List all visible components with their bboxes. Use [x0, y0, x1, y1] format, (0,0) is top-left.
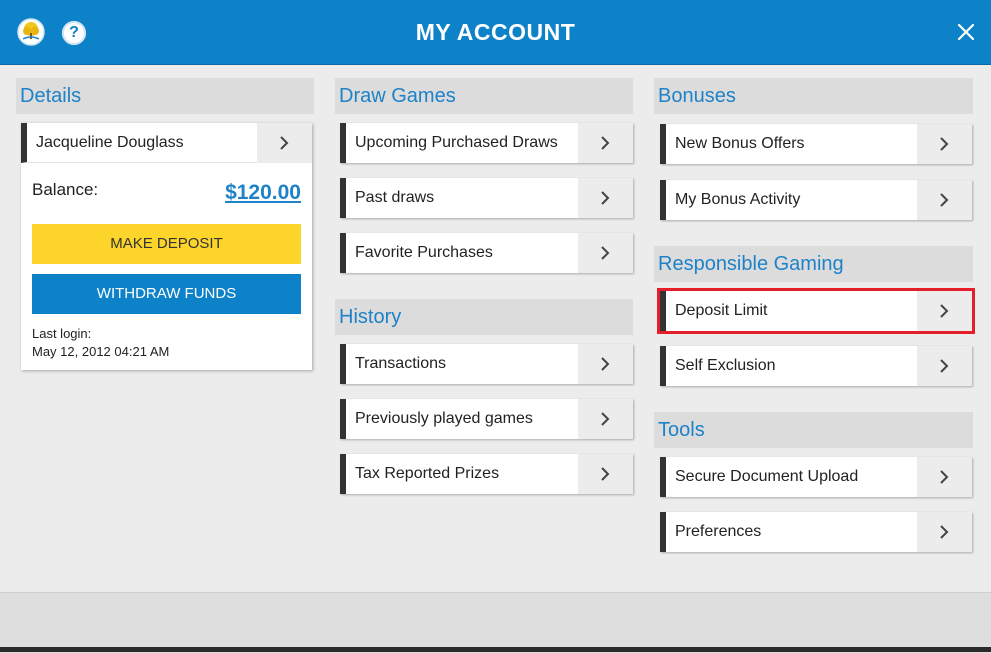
account-name-arrow[interactable]	[257, 123, 312, 163]
close-icon[interactable]	[956, 22, 976, 42]
menu-item-arrow[interactable]	[578, 178, 633, 218]
menu-item-label: Preferences	[675, 512, 761, 552]
draw-games-heading: Draw Games	[335, 78, 633, 114]
menu-item-tax-reported-prizes[interactable]: Tax Reported Prizes	[340, 454, 633, 494]
tools-section: Tools	[656, 412, 973, 448]
last-login: Last login: May 12, 2012 04:21 AM	[32, 325, 169, 361]
bonuses-section: Bonuses	[656, 78, 973, 114]
menu-item-arrow[interactable]	[578, 344, 633, 384]
menu-item-arrow[interactable]	[917, 124, 972, 164]
account-name-row[interactable]: Jacqueline Douglass	[21, 123, 312, 163]
menu-item-previously-played-games[interactable]: Previously played games	[340, 399, 633, 439]
last-login-label: Last login:	[32, 325, 169, 343]
chevron-right-icon	[939, 303, 949, 319]
chevron-right-icon	[939, 358, 949, 374]
account-name: Jacqueline Douglass	[36, 123, 184, 163]
chevron-right-icon	[600, 466, 610, 482]
menu-item-label: Past draws	[355, 178, 434, 218]
chevron-right-icon	[939, 524, 949, 540]
menu-item-label: Upcoming Purchased Draws	[355, 123, 558, 163]
chevron-right-icon	[939, 469, 949, 485]
menu-item-upcoming-purchased-draws[interactable]: Upcoming Purchased Draws	[340, 123, 633, 163]
menu-item-secure-document-upload[interactable]: Secure Document Upload	[660, 457, 972, 497]
background-strip	[0, 647, 991, 652]
modal-footer	[0, 592, 991, 653]
details-card: Jacqueline Douglass Balance: $120.00 MAK…	[21, 123, 312, 370]
menu-item-arrow[interactable]	[578, 233, 633, 273]
chevron-right-icon	[279, 135, 289, 151]
responsible-gaming-section: Responsible Gaming	[656, 246, 973, 282]
menu-item-label: Favorite Purchases	[355, 233, 493, 273]
menu-item-label: Tax Reported Prizes	[355, 454, 499, 494]
menu-item-label: New Bonus Offers	[675, 124, 805, 164]
balance-label: Balance:	[32, 180, 98, 200]
chevron-right-icon	[600, 190, 610, 206]
menu-item-my-bonus-activity[interactable]: My Bonus Activity	[660, 180, 972, 220]
balance-value[interactable]: $120.00	[225, 181, 301, 205]
details-heading: Details	[16, 78, 314, 114]
menu-item-preferences[interactable]: Preferences	[660, 512, 972, 552]
menu-item-label: Self Exclusion	[675, 346, 776, 386]
menu-item-transactions[interactable]: Transactions	[340, 344, 633, 384]
menu-item-arrow[interactable]	[917, 346, 972, 386]
menu-item-label: My Bonus Activity	[675, 180, 800, 220]
draw-games-section: Draw Games	[337, 78, 633, 114]
my-account-modal: ? MY ACCOUNT Details Jacqueline Douglass…	[0, 0, 991, 652]
make-deposit-button[interactable]: MAKE DEPOSIT	[32, 224, 301, 264]
chevron-right-icon	[939, 192, 949, 208]
menu-item-self-exclusion[interactable]: Self Exclusion	[660, 346, 972, 386]
menu-item-favorite-purchases[interactable]: Favorite Purchases	[340, 233, 633, 273]
menu-item-arrow[interactable]	[578, 399, 633, 439]
chevron-right-icon	[600, 356, 610, 372]
menu-item-arrow[interactable]	[917, 291, 972, 331]
last-login-value: May 12, 2012 04:21 AM	[32, 343, 169, 361]
menu-item-new-bonus-offers[interactable]: New Bonus Offers	[660, 124, 972, 164]
chevron-right-icon	[600, 135, 610, 151]
modal-header: ? MY ACCOUNT	[0, 0, 991, 65]
menu-item-arrow[interactable]	[578, 454, 633, 494]
details-section: Details	[18, 78, 314, 114]
chevron-right-icon	[939, 136, 949, 152]
menu-item-label: Secure Document Upload	[675, 457, 858, 497]
modal-title: MY ACCOUNT	[0, 0, 991, 64]
menu-item-label: Previously played games	[355, 399, 533, 439]
chevron-right-icon	[600, 245, 610, 261]
chevron-right-icon	[600, 411, 610, 427]
menu-item-arrow[interactable]	[917, 457, 972, 497]
withdraw-funds-button[interactable]: WITHDRAW FUNDS	[32, 274, 301, 314]
bonuses-heading: Bonuses	[654, 78, 973, 114]
menu-item-arrow[interactable]	[917, 512, 972, 552]
menu-item-past-draws[interactable]: Past draws	[340, 178, 633, 218]
menu-item-arrow[interactable]	[917, 180, 972, 220]
responsible-gaming-heading: Responsible Gaming	[654, 246, 973, 282]
history-heading: History	[335, 299, 633, 335]
menu-item-label: Transactions	[355, 344, 446, 384]
menu-item-deposit-limit[interactable]: Deposit Limit	[660, 291, 972, 331]
menu-item-arrow[interactable]	[578, 123, 633, 163]
tools-heading: Tools	[654, 412, 973, 448]
history-section: History	[337, 299, 633, 335]
menu-item-label: Deposit Limit	[675, 291, 767, 331]
